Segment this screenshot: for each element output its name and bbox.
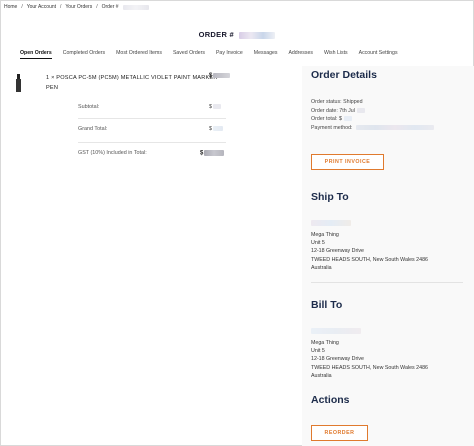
order-status-label: Order status: xyxy=(311,99,342,105)
tab-most-ordered-items[interactable]: Most Ordered Items xyxy=(116,50,162,59)
redacted-subtotal xyxy=(213,104,221,110)
breadcrumb-your-orders[interactable]: Your Orders xyxy=(65,4,92,10)
account-tabs: Open Orders Completed Orders Most Ordere… xyxy=(20,50,409,59)
redacted-ship-name xyxy=(311,220,351,226)
price-currency: $ xyxy=(209,73,213,80)
tab-wish-lists[interactable]: Wish Lists xyxy=(324,50,348,59)
ship-to-heading: Ship To xyxy=(311,191,349,203)
order-status-value: Shipped xyxy=(343,99,363,105)
order-date-line: Order date: 7th Jul xyxy=(311,107,365,116)
breadcrumb: Home / Your Account / Your Orders / Orde… xyxy=(4,4,149,10)
subtotal-value: $ xyxy=(209,104,221,110)
subtotal-row: Subtotal: $ xyxy=(78,104,228,110)
actions-heading: Actions xyxy=(311,394,350,406)
redacted-order-number xyxy=(239,31,276,39)
tab-account-settings[interactable]: Account Settings xyxy=(359,50,398,59)
subtotal-currency: $ xyxy=(209,104,212,110)
bill-to-line: Mega Thing xyxy=(311,340,339,346)
redacted-grand-total xyxy=(213,126,223,132)
summary-divider xyxy=(78,118,226,119)
bill-to-line: Unit 5 xyxy=(311,348,325,355)
product-name[interactable]: 1 × POSCA PC-5M (PC5M) METALLIC VIOLET P… xyxy=(46,73,221,93)
order-total-label: Order total: xyxy=(311,116,338,122)
order-sidebar: Order Details Order status: Shipped Orde… xyxy=(302,66,474,446)
order-total-line: Order total: $ xyxy=(311,115,352,124)
breadcrumb-separator: / xyxy=(21,4,23,10)
bill-to-address: Mega Thing Unit 5 12-18 Greenway Drive T… xyxy=(311,339,428,380)
bill-to-line: TWEED HEADS SOUTH, New South Wales 2486 xyxy=(311,364,428,371)
redacted-order-number xyxy=(122,4,149,10)
bill-to-line: Australia xyxy=(311,372,332,379)
payment-method-line: Payment method: xyxy=(311,124,434,133)
section-divider xyxy=(311,282,463,283)
payment-method-label: Payment method: xyxy=(311,124,353,131)
bill-to-heading: Bill To xyxy=(311,299,343,311)
grand-total-label: Grand Total: xyxy=(78,126,108,132)
order-date-value: 7th Jul xyxy=(339,107,355,114)
order-date-label: Order date: xyxy=(311,107,338,114)
bill-to-line: 12-18 Greenway Drive xyxy=(311,356,364,363)
gst-value: $ xyxy=(200,150,225,157)
tab-addresses[interactable]: Addresses xyxy=(288,50,313,59)
gst-label: GST (10%) Included in Total: xyxy=(78,150,147,156)
tab-saved-orders[interactable]: Saved Orders xyxy=(173,50,205,59)
redacted-gst xyxy=(204,150,225,156)
marker-body-shape xyxy=(16,79,21,92)
breadcrumb-current-order: Order # xyxy=(101,4,119,10)
ship-to-line: 12-18 Greenway Drive xyxy=(311,248,364,255)
subtotal-label: Subtotal: xyxy=(78,104,100,110)
print-invoice-button[interactable]: PRINT INVOICE xyxy=(311,154,384,170)
grand-total-currency: $ xyxy=(209,126,212,132)
redacted-payment-method xyxy=(356,124,434,130)
breadcrumb-your-account[interactable]: Your Account xyxy=(27,4,56,10)
breadcrumb-separator: / xyxy=(96,4,98,10)
redacted-date xyxy=(356,107,365,113)
page-title-text: ORDER # xyxy=(198,30,235,39)
summary-divider xyxy=(78,142,226,143)
tab-open-orders[interactable]: Open Orders xyxy=(20,50,52,59)
tab-pay-invoice[interactable]: Pay Invoice xyxy=(216,50,243,59)
tab-completed-orders[interactable]: Completed Orders xyxy=(63,50,105,59)
ship-to-line: Unit 5 xyxy=(311,240,325,247)
order-details-heading: Order Details xyxy=(311,69,377,81)
product-price: $ xyxy=(209,73,231,80)
tab-messages[interactable]: Messages xyxy=(254,50,278,59)
gst-row: GST (10%) Included in Total: $ xyxy=(78,150,228,157)
grand-total-row: Grand Total: $ xyxy=(78,126,228,132)
order-total-value: $ xyxy=(338,116,342,122)
ship-to-address: Mega Thing Unit 5 12-18 Greenway Drive T… xyxy=(311,231,428,272)
reorder-button[interactable]: REORDER xyxy=(311,425,368,441)
ship-to-line: Mega Thing xyxy=(311,232,339,238)
ship-to-line: Australia xyxy=(311,264,332,271)
redacted-total xyxy=(343,116,352,122)
redacted-bill-name xyxy=(311,328,361,334)
page-title: ORDER # xyxy=(0,30,474,39)
order-items-panel: 1 × POSCA PC-5M (PC5M) METALLIC VIOLET P… xyxy=(0,66,300,446)
breadcrumb-separator: / xyxy=(60,4,62,10)
order-status-line: Order status: Shipped xyxy=(311,98,363,107)
ship-to-line: TWEED HEADS SOUTH, New South Wales 2486 xyxy=(311,256,428,263)
product-image[interactable] xyxy=(16,74,21,92)
redacted-price xyxy=(213,73,231,78)
breadcrumb-home[interactable]: Home xyxy=(4,4,17,10)
gst-currency: $ xyxy=(200,150,204,157)
grand-total-value: $ xyxy=(209,126,223,132)
